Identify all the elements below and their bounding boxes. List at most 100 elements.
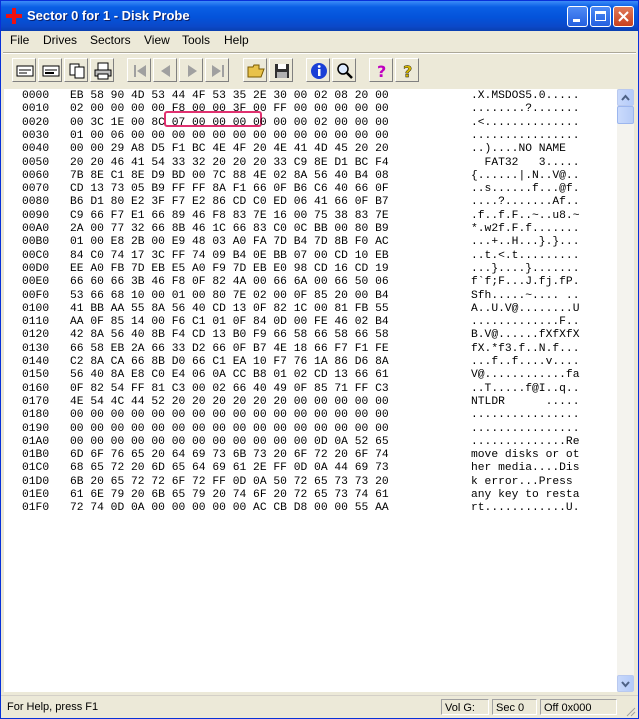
row-hex-bytes[interactable]: CD 13 73 05 B9 FF FF 8A F1 66 0F B6 C6 4… <box>70 183 389 196</box>
row-offset[interactable]: 01D0 <box>22 476 49 489</box>
save-button[interactable] <box>269 58 293 82</box>
row-hex-bytes[interactable]: 53 66 68 10 00 01 00 80 7E 02 00 0F 85 2… <box>70 290 389 303</box>
row-offset[interactable]: 0110 <box>22 316 49 329</box>
row-ascii-text[interactable]: ................ <box>471 409 579 422</box>
row-hex-bytes[interactable]: 41 BB AA 55 8A 56 40 CD 13 0F 82 1C 00 8… <box>70 303 389 316</box>
row-offset[interactable]: 0090 <box>22 210 49 223</box>
first-sector-button[interactable] <box>127 58 151 82</box>
row-hex-bytes[interactable]: 0F 82 54 FF 81 C3 00 02 66 40 49 0F 85 7… <box>70 383 389 396</box>
row-ascii-text[interactable]: FAT32 3..... <box>471 157 580 170</box>
row-offset[interactable]: 0130 <box>22 343 49 356</box>
row-hex-bytes[interactable]: 72 74 0D 0A 00 00 00 00 00 AC CB D8 00 0… <box>70 502 389 515</box>
row-hex-bytes[interactable]: 68 65 72 20 6D 65 64 69 61 2E FF 0D 0A 4… <box>70 462 389 475</box>
scroll-thumb[interactable] <box>617 106 634 124</box>
row-ascii-text[interactable]: ..T.....f@I..q.. <box>471 383 579 396</box>
row-ascii-text[interactable]: Sfh.....~.... .. <box>471 290 579 303</box>
row-hex-bytes[interactable]: 66 58 EB 2A 66 33 D2 66 0F B7 4E 18 66 F… <box>70 343 389 356</box>
row-hex-bytes[interactable]: EE A0 FB 7D EB E5 A0 F9 7D EB E0 98 CD 1… <box>70 263 389 276</box>
row-ascii-text[interactable]: ................ <box>471 423 579 436</box>
row-offset[interactable]: 0150 <box>22 369 49 382</box>
row-offset[interactable]: 0140 <box>22 356 49 369</box>
row-hex-bytes[interactable]: 20 20 46 41 54 33 32 20 20 20 33 C9 8E D… <box>70 157 389 170</box>
row-ascii-text[interactable]: *.w2f.F.f....... <box>471 223 579 236</box>
title-bar[interactable]: Sector 0 for 1 - Disk Probe <box>1 1 638 31</box>
row-hex-bytes[interactable]: 00 3C 1E 00 8C 07 00 00 00 00 00 00 02 0… <box>70 117 389 130</box>
row-ascii-text[interactable]: .............F.. <box>471 316 579 329</box>
row-offset[interactable]: 00E0 <box>22 276 49 289</box>
last-sector-button[interactable] <box>205 58 229 82</box>
copy-button[interactable] <box>64 58 88 82</box>
row-offset[interactable]: 0020 <box>22 117 49 130</box>
previous-sector-button[interactable] <box>153 58 177 82</box>
row-offset[interactable]: 0060 <box>22 170 49 183</box>
menu-file[interactable]: File <box>10 33 29 47</box>
row-offset[interactable]: 0160 <box>22 383 49 396</box>
row-offset[interactable]: 01E0 <box>22 489 49 502</box>
scroll-down-button[interactable] <box>617 675 634 692</box>
close-button[interactable] <box>613 6 634 27</box>
vertical-scrollbar[interactable] <box>617 89 634 692</box>
row-ascii-text[interactable]: .X.MSDOS5.0..... <box>471 90 579 103</box>
row-offset[interactable]: 0120 <box>22 329 49 342</box>
print-button[interactable] <box>90 58 114 82</box>
row-ascii-text[interactable]: B.V@......fXfXfX <box>471 329 579 342</box>
row-ascii-text[interactable]: .<.............. <box>471 117 579 130</box>
row-offset[interactable]: 0070 <box>22 183 49 196</box>
row-hex-bytes[interactable]: 61 6E 79 20 6B 65 79 20 74 6F 20 72 65 7… <box>70 489 389 502</box>
row-ascii-text[interactable]: rt............U. <box>471 502 579 515</box>
row-offset[interactable]: 00B0 <box>22 236 49 249</box>
row-hex-bytes[interactable]: 6D 6F 76 65 20 64 69 73 6B 73 20 6F 72 2… <box>70 449 389 462</box>
open-button[interactable] <box>243 58 267 82</box>
row-ascii-text[interactable]: f`f;F...J.fj.fP. <box>471 276 579 289</box>
row-hex-bytes[interactable]: 00 00 00 00 00 00 00 00 00 00 00 00 00 0… <box>70 423 389 436</box>
row-hex-bytes[interactable]: C2 8A CA 66 8B D0 66 C1 EA 10 F7 76 1A 8… <box>70 356 389 369</box>
row-ascii-text[interactable]: move disks or ot <box>471 449 579 462</box>
menu-view[interactable]: View <box>144 33 170 47</box>
row-ascii-text[interactable]: ........?....... <box>471 103 579 116</box>
row-offset[interactable]: 0080 <box>22 196 49 209</box>
row-hex-bytes[interactable]: 00 00 00 00 00 00 00 00 00 00 00 00 0D 0… <box>70 436 389 449</box>
menu-help[interactable]: Help <box>224 33 249 47</box>
write-sector-button[interactable] <box>38 58 62 82</box>
row-hex-bytes[interactable]: 4E 54 4C 44 52 20 20 20 20 20 20 00 00 0… <box>70 396 389 409</box>
row-offset[interactable]: 0180 <box>22 409 49 422</box>
row-offset[interactable]: 00C0 <box>22 250 49 263</box>
row-hex-bytes[interactable]: C9 66 F7 E1 66 89 46 F8 83 7E 16 00 75 3… <box>70 210 389 223</box>
menu-drives[interactable]: Drives <box>43 33 77 47</box>
row-hex-bytes[interactable]: 01 00 06 00 00 00 00 00 00 00 00 00 00 0… <box>70 130 389 143</box>
row-ascii-text[interactable]: A..U.V@........U <box>471 303 579 316</box>
row-ascii-text[interactable]: ...+..H...}.}... <box>471 236 579 249</box>
hex-view[interactable]: 0000 EB 58 90 4D 53 44 4F 53 35 2E 30 00 … <box>4 89 617 692</box>
row-ascii-text[interactable]: .f..f.F..~..u8.~ <box>471 210 579 223</box>
row-offset[interactable]: 00F0 <box>22 290 49 303</box>
resize-grip-icon[interactable] <box>624 705 636 717</box>
scroll-up-button[interactable] <box>617 89 634 106</box>
row-ascii-text[interactable]: ..)....NO NAME <box>471 143 579 156</box>
row-ascii-text[interactable]: ...}....}....... <box>471 263 579 276</box>
help-button[interactable]: ? <box>369 58 393 82</box>
row-hex-bytes[interactable]: B6 D1 80 E2 3F F7 E2 86 CD C0 ED 06 41 6… <box>70 196 389 209</box>
row-ascii-text[interactable]: ..............Re <box>471 436 579 449</box>
row-ascii-text[interactable]: k error...Press <box>471 476 579 489</box>
menu-tools[interactable]: Tools <box>182 33 210 47</box>
row-hex-bytes[interactable]: 01 00 E8 2B 00 E9 48 03 A0 FA 7D B4 7D 8… <box>70 236 389 249</box>
row-ascii-text[interactable]: V@............fa <box>471 369 579 382</box>
row-offset[interactable]: 01C0 <box>22 462 49 475</box>
row-hex-bytes[interactable]: 56 40 8A E8 C0 E4 06 0A CC B8 01 02 CD 1… <box>70 369 389 382</box>
row-ascii-text[interactable]: fX.*f3.f..N.f... <box>471 343 579 356</box>
row-hex-bytes[interactable]: 42 8A 56 40 8B F4 CD 13 B0 F9 66 58 66 5… <box>70 329 389 342</box>
row-ascii-text[interactable]: ..s......f...@f. <box>471 183 579 196</box>
row-hex-bytes[interactable]: 00 00 00 00 00 00 00 00 00 00 00 00 00 0… <box>70 409 389 422</box>
maximize-button[interactable] <box>590 6 611 27</box>
minimize-button[interactable] <box>567 6 588 27</box>
row-offset[interactable]: 01B0 <box>22 449 49 462</box>
row-hex-bytes[interactable]: 02 00 00 00 00 F8 00 00 3F 00 FF 00 00 0… <box>70 103 389 116</box>
row-hex-bytes[interactable]: 66 60 66 3B 46 F8 0F 82 4A 00 66 6A 00 6… <box>70 276 389 289</box>
row-offset[interactable]: 00D0 <box>22 263 49 276</box>
row-hex-bytes[interactable]: 7B 8E C1 8E D9 BD 00 7C 88 4E 02 8A 56 4… <box>70 170 389 183</box>
next-sector-button[interactable] <box>179 58 203 82</box>
find-button[interactable] <box>332 58 356 82</box>
row-offset[interactable]: 0000 <box>22 90 49 103</box>
row-hex-bytes[interactable]: 00 00 29 A8 D5 F1 BC 4E 4F 20 4E 41 4D 4… <box>70 143 389 156</box>
context-help-button[interactable]: ? <box>395 58 419 82</box>
